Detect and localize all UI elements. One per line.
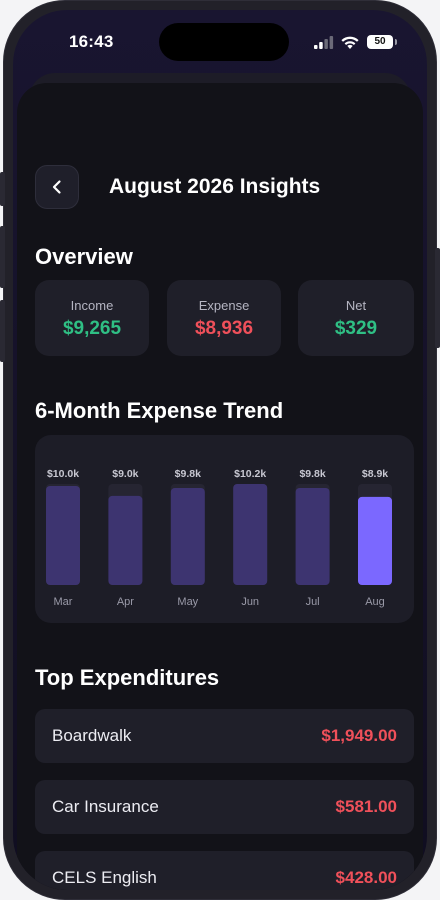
expenditure-row[interactable]: Boardwalk $1,949.00: [35, 709, 414, 763]
chart-category-label: Apr: [117, 596, 134, 608]
net-value: $329: [334, 318, 378, 339]
chart-bar[interactable]: [233, 484, 268, 585]
chart-value-label: $10.2k: [234, 468, 266, 480]
volume-up-button: [0, 226, 5, 288]
expenditure-name: CELS English: [52, 868, 157, 887]
expense-trend-chart: $10.0k Mar $9.0k Apr $9.8k May $10.2k Jun $9.8k J…: [46, 468, 392, 608]
chart-category-label: Mar: [54, 596, 73, 608]
insights-sheet: August 2026 Insights Overview Income $9,…: [17, 83, 423, 890]
chart-bar[interactable]: [108, 495, 143, 585]
expense-value: $8,936: [194, 318, 254, 339]
overview-heading: Overview: [35, 244, 133, 269]
expense-label: Expense: [198, 298, 250, 313]
power-button: [435, 248, 440, 348]
net-label: Net: [345, 298, 367, 313]
chart-bar[interactable]: [170, 487, 205, 585]
action-button: [0, 172, 5, 206]
expenditure-name: Boardwalk: [52, 726, 132, 745]
income-value: $9,265: [62, 318, 122, 339]
expenditure-amount: $428.00: [335, 868, 397, 887]
page-title: August 2026 Insights: [109, 175, 321, 198]
trend-heading: 6-Month Expense Trend: [35, 398, 284, 423]
chart-value-label: $10.0k: [47, 468, 79, 480]
chart-category-label: Jun: [241, 596, 259, 608]
expenditure-amount: $581.00: [335, 797, 397, 816]
dynamic-island: [159, 23, 289, 61]
chart-bar[interactable]: [358, 496, 392, 585]
expenditure-amount: $1,949.00: [321, 726, 397, 745]
volume-down-button: [0, 300, 5, 362]
battery-tip: [395, 39, 397, 45]
cellular-signal-icon: [314, 36, 334, 49]
status-bar: 16:43 50: [13, 10, 427, 70]
chart-category-label: Aug: [365, 596, 385, 608]
expense-card[interactable]: Expense $8,936: [167, 280, 281, 356]
net-card[interactable]: Net $329: [298, 280, 414, 356]
chart-value-label: $9.8k: [299, 468, 325, 480]
expenditure-name: Car Insurance: [52, 797, 159, 816]
income-card[interactable]: Income $9,265: [35, 280, 149, 356]
chart-category-label: Jul: [306, 596, 320, 608]
chart-bar[interactable]: [295, 487, 330, 585]
wifi-icon: [341, 36, 359, 49]
income-label: Income: [70, 298, 114, 313]
chevron-left-icon: [52, 180, 61, 194]
chart-value-label: $9.8k: [175, 468, 201, 480]
top-expenditures-heading: Top Expenditures: [35, 665, 220, 690]
chart-category-label: May: [177, 596, 198, 608]
expenditure-row[interactable]: Car Insurance $581.00: [35, 780, 414, 834]
phone-screen: 16:43 50 August 2026 Insights Overview I…: [13, 10, 427, 890]
chart-value-label: $9.0k: [112, 468, 138, 480]
back-button[interactable]: [35, 165, 79, 209]
phone-frame: 16:43 50 August 2026 Insights Overview I…: [3, 0, 437, 900]
expense-trend-chart-card: $10.0k Mar $9.0k Apr $9.8k May $10.2k Jun $9.8k J…: [35, 435, 414, 623]
chart-bar[interactable]: [46, 485, 80, 585]
status-time: 16:43: [69, 32, 114, 51]
battery-icon: 50: [367, 35, 393, 49]
chart-value-label: $8.9k: [362, 468, 388, 480]
